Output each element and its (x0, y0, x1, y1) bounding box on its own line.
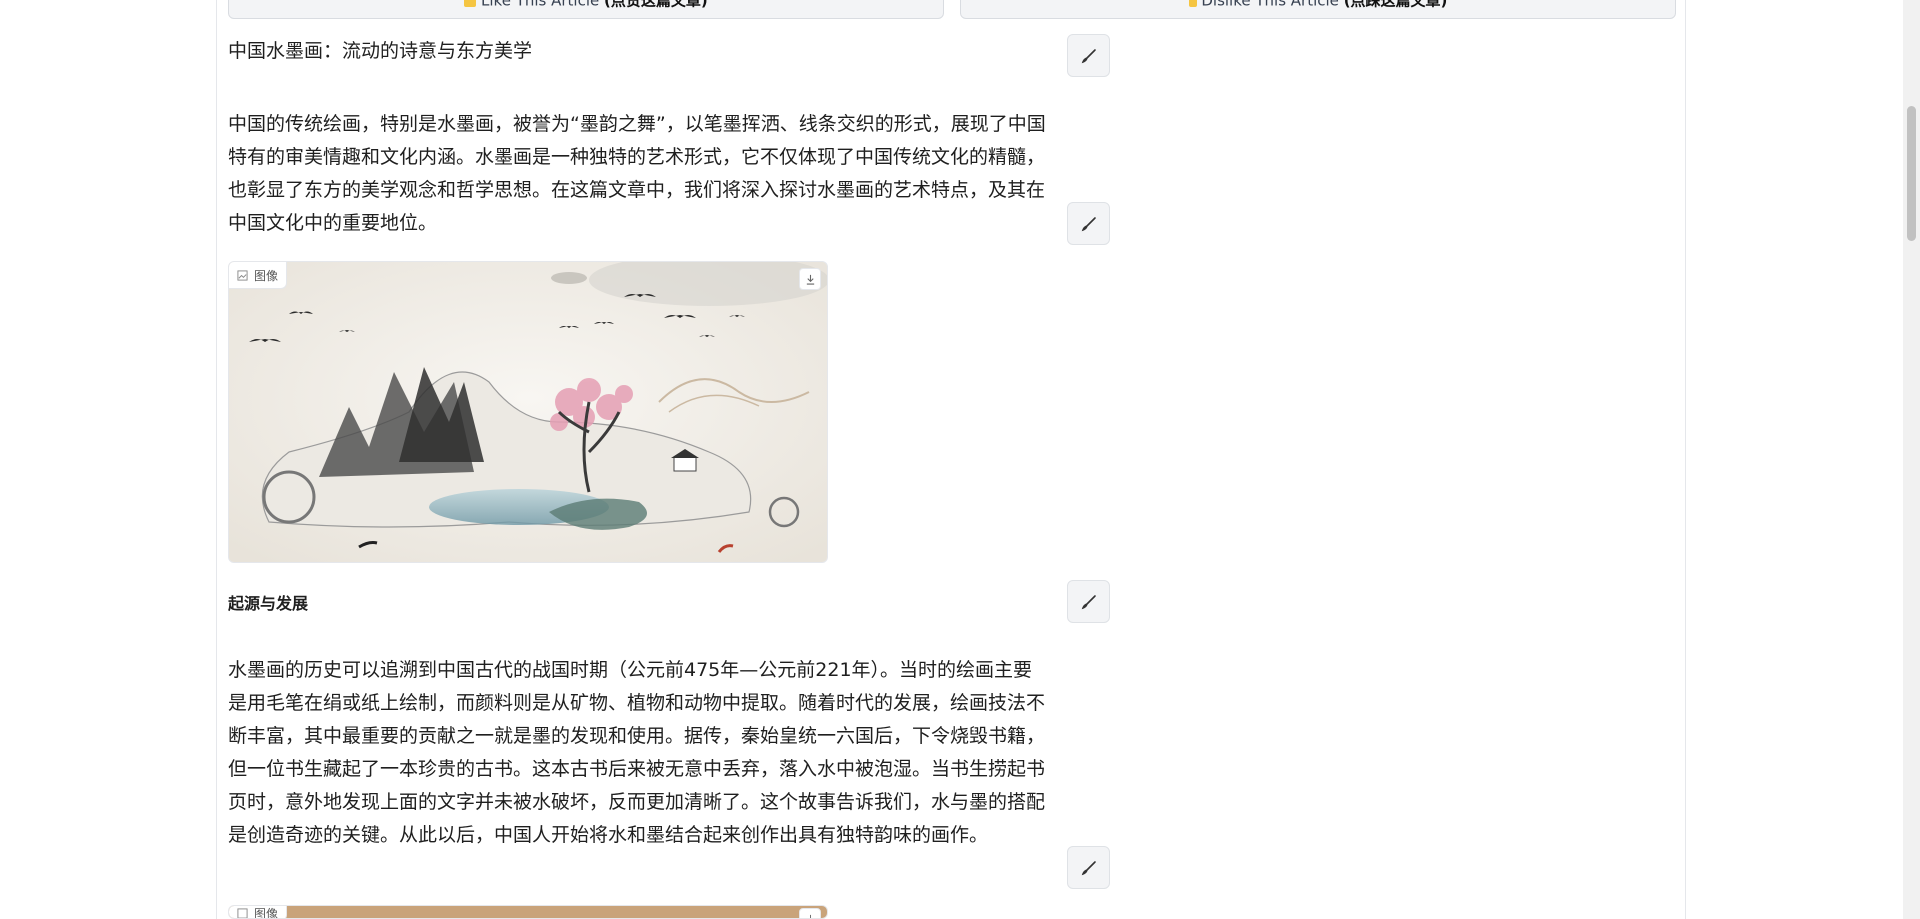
download-icon (806, 274, 814, 285)
thumbs-up-icon (464, 0, 477, 7)
section-heading-origin: 起源与发展 (228, 594, 309, 613)
ink-painting-image: 图像 (228, 261, 828, 563)
image-icon (237, 907, 248, 918)
image-label: 图像 (229, 262, 288, 289)
edit-section-paragraph-button[interactable] (1067, 846, 1110, 889)
edit-intro-button[interactable] (1067, 202, 1110, 245)
ink-landscape-artwork (229, 262, 827, 562)
brush-icon (1081, 216, 1096, 231)
scrollbar-thumb[interactable] (1907, 106, 1916, 241)
download-button[interactable] (799, 268, 821, 290)
second-image: 图像 (228, 905, 828, 919)
download-button[interactable] (799, 908, 821, 918)
like-article-button[interactable]: Like This Article (点赞这篇文章) (228, 0, 944, 19)
image-label: 图像 (229, 906, 288, 918)
edit-title-button[interactable] (1067, 34, 1110, 77)
like-label: Like This Article (481, 0, 600, 10)
brush-icon (1081, 860, 1096, 875)
article-title: 中国水墨画：流动的诗意与东方美学 (228, 40, 533, 62)
brush-icon (1081, 594, 1096, 609)
intro-paragraph: 中国的传统绘画，特别是水墨画，被誉为“墨韵之舞”，以笔墨挥洒、线条交织的形式，展… (228, 113, 1046, 234)
like-label-cn: (点赞这篇文章) (604, 0, 708, 10)
image-icon (237, 269, 248, 281)
download-icon (807, 914, 813, 918)
dislike-article-button[interactable]: Dislike This Article (点踩这篇文章) (960, 0, 1676, 19)
page-scrollbar[interactable] (1903, 0, 1920, 919)
thumbs-down-icon (1188, 0, 1197, 7)
section-paragraph-origin: 水墨画的历史可以追溯到中国古代的战国时期（公元前475年—公元前221年）。当时… (228, 659, 1046, 846)
brush-icon (1081, 48, 1096, 63)
edit-section-heading-button[interactable] (1067, 580, 1110, 623)
dislike-label-cn: (点踩这篇文章) (1343, 0, 1448, 10)
dislike-label: Dislike This Article (1201, 0, 1339, 10)
